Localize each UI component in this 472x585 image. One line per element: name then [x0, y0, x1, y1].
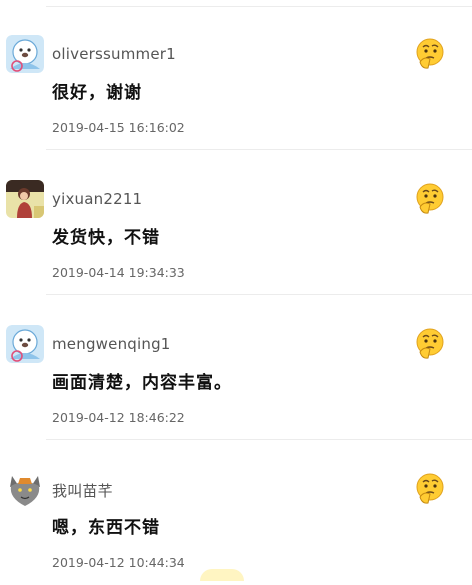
comment-timestamp: 2019-04-12 10:44:34 — [52, 555, 185, 570]
comment-item: 我叫苗芊 嗯，东西不错 2019-04-12 10:44:34 — [0, 440, 472, 585]
comment-timestamp: 2019-04-12 18:46:22 — [52, 410, 185, 425]
user-avatar[interactable] — [6, 35, 44, 73]
bottom-emoji-peek — [200, 569, 244, 581]
comment-username[interactable]: 我叫苗芊 — [52, 480, 113, 501]
comment-username[interactable]: oliverssummer1 — [52, 45, 176, 63]
comment-text: 发货快，不错 — [52, 228, 160, 248]
wolf-avatar-icon — [6, 470, 44, 508]
comment-item: mengwenqing1 画面清楚，内容丰富。 2019-04-12 18:46… — [0, 295, 472, 440]
comment-text: 很好，谢谢 — [52, 83, 142, 103]
thinking-face-icon — [414, 182, 446, 216]
seal-avatar-icon — [6, 325, 44, 363]
thinking-face-icon — [414, 37, 446, 71]
comment-item: oliverssummer1 很好，谢谢 2019-04-15 16:16:02 — [0, 5, 472, 150]
thinking-face-icon — [414, 327, 446, 361]
user-avatar[interactable] — [6, 470, 44, 508]
comment-text: 画面清楚，内容丰富。 — [52, 373, 232, 393]
comment-username[interactable]: mengwenqing1 — [52, 335, 171, 353]
photo-avatar-icon — [6, 180, 44, 218]
comment-text: 嗯，东西不错 — [52, 518, 160, 538]
seal-avatar-icon — [6, 35, 44, 73]
comment-username[interactable]: yixuan2211 — [52, 190, 142, 208]
comment-timestamp: 2019-04-15 16:16:02 — [52, 120, 185, 135]
comment-timestamp: 2019-04-14 19:34:33 — [52, 265, 185, 280]
user-avatar[interactable] — [6, 180, 44, 218]
user-avatar[interactable] — [6, 325, 44, 363]
comment-item: yixuan2211 发货快，不错 2019-04-14 19:34:33 — [0, 150, 472, 295]
thinking-face-icon — [414, 472, 446, 506]
